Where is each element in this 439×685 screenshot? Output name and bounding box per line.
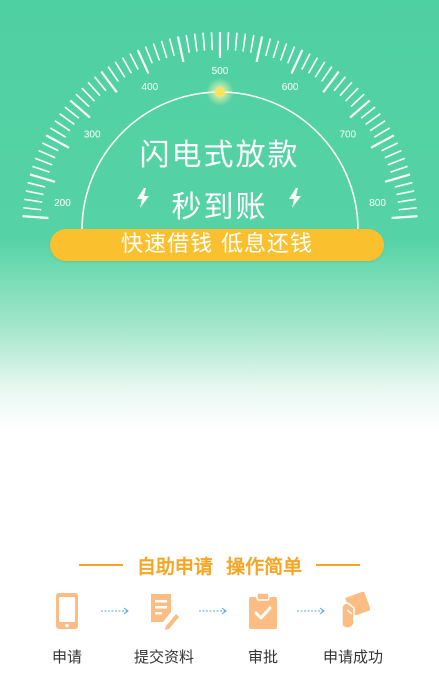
- gauge-tick: [360, 106, 376, 119]
- gauge-tick: [202, 32, 206, 51]
- hand-card-icon: [341, 592, 370, 629]
- gauge-tick: [365, 113, 381, 125]
- gauge-tick: [350, 93, 365, 108]
- gauge-tick: [152, 43, 161, 61]
- gauge-tick: [321, 66, 333, 82]
- gauge-tick-label: 600: [282, 82, 299, 93]
- gauge-tick: [93, 76, 107, 92]
- divider-left: [78, 564, 123, 566]
- gauge-tick: [107, 66, 119, 82]
- gauge-tick: [193, 33, 198, 52]
- gauge-tick: [265, 38, 272, 57]
- gauge-tick: [176, 36, 185, 63]
- gauge-tick: [114, 61, 126, 78]
- gauge-tick: [255, 36, 264, 63]
- gauge-tick: [290, 49, 304, 75]
- gauge-tick: [136, 49, 150, 75]
- gauge-tick: [314, 61, 326, 78]
- gauge-tick: [87, 81, 101, 97]
- gauge-tick: [349, 99, 371, 119]
- gauge-tick-label: 500: [212, 66, 229, 77]
- gauge-tick: [69, 99, 91, 119]
- gauge-indicator: [215, 87, 225, 97]
- gauge-tick: [129, 53, 139, 71]
- gauge-tick: [287, 46, 296, 64]
- gauge-tick: [226, 32, 230, 51]
- gauge-tick: [121, 57, 133, 74]
- steps-title-text: 自助申请 操作简单: [136, 555, 303, 578]
- dotted-arrow-icon: [101, 607, 129, 615]
- gauge-tick: [160, 40, 168, 59]
- gauge-tick: [307, 57, 319, 74]
- gauge-tick: [185, 34, 191, 53]
- gauge-tick: [29, 173, 56, 183]
- divider-right: [316, 564, 361, 566]
- gauge-tick: [210, 32, 214, 51]
- dotted-arrow-icon: [297, 607, 325, 615]
- document-edit-icon: [151, 594, 179, 630]
- gauge-tick: [339, 81, 353, 97]
- gauge-tick: [234, 32, 238, 51]
- gauge-tick: [279, 43, 288, 61]
- steps-title: 自助申请 操作简单: [0, 552, 439, 578]
- gauge-tick: [59, 113, 75, 125]
- step-label: 申请: [51, 648, 82, 666]
- gauge-tick: [301, 53, 311, 71]
- lightning-icon: [289, 188, 301, 208]
- gauge-tick: [242, 33, 247, 52]
- phone-icon: [56, 593, 78, 629]
- gauge-tick: [344, 87, 359, 102]
- hero-subheadline: 秒到账: [171, 190, 268, 225]
- hero-banner: 200 300 400 500 600 700 800 闪电式放款 秒到账 快速借钱 低息还…: [0, 0, 439, 430]
- promo-banner[interactable]: 快速借钱 低息还钱: [50, 229, 384, 261]
- step-label: 申请成功: [322, 648, 383, 666]
- gauge-tick: [272, 40, 280, 59]
- gauge-tick: [333, 76, 347, 92]
- gauge-tick: [168, 38, 175, 57]
- gauge-tick-label: 400: [142, 82, 159, 93]
- hero-headline: 闪电式放款: [139, 138, 300, 173]
- gauge-tick: [81, 87, 96, 102]
- clipboard-check-icon: [249, 592, 277, 629]
- step-label: 提交资料: [133, 648, 194, 666]
- dotted-arrow-icon: [199, 607, 227, 615]
- gauge-tick: [75, 93, 90, 108]
- gauge-tick: [64, 106, 80, 119]
- gauge-tick: [144, 46, 153, 64]
- gauge-tick: [384, 173, 411, 183]
- gauge-tick: [249, 34, 255, 53]
